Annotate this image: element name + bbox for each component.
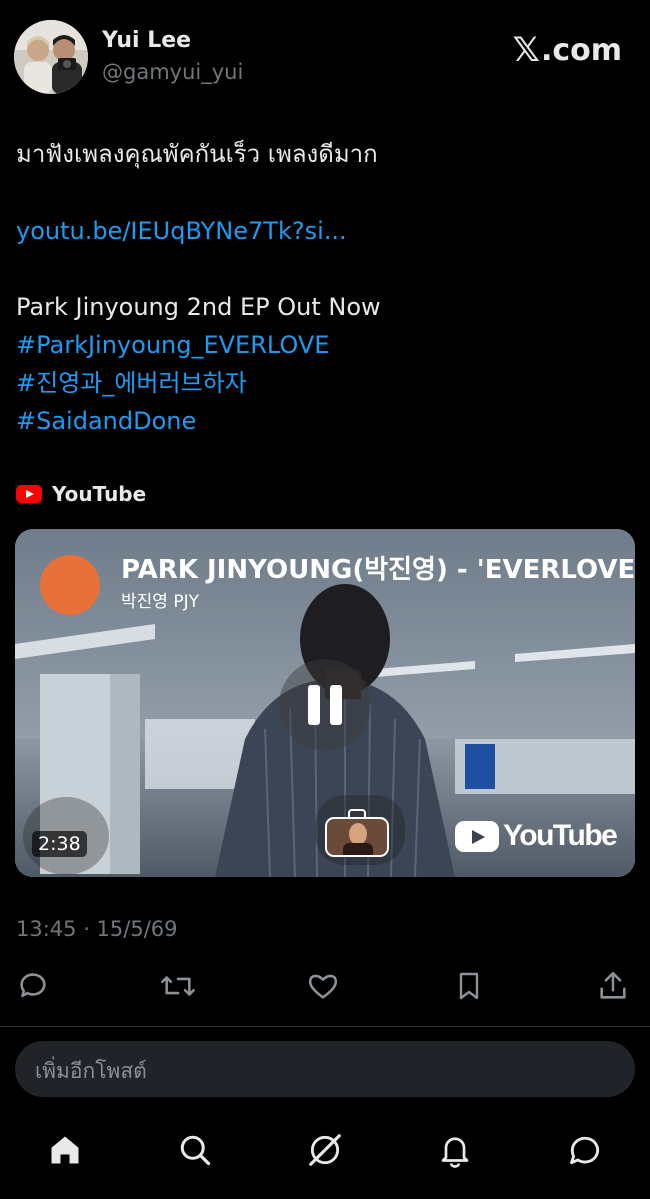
repost-icon (161, 976, 195, 996)
display-name[interactable]: Yui Lee (102, 28, 191, 53)
card-source-label: YouTube (52, 482, 147, 506)
user-handle[interactable]: @gamyui_yui (102, 60, 243, 84)
bookmark-button[interactable] (449, 966, 489, 1006)
youtube-wordmark: YouTube (503, 819, 618, 852)
divider (0, 1026, 650, 1027)
reply-button[interactable] (13, 966, 53, 1006)
tweet-text-line: มาฟังเพลงคุณพัคกันเร็ว เพลงดีมาก (16, 140, 378, 168)
reply-placeholder: เพิ่มอีกโพสต์ (35, 1059, 147, 1083)
x-logo-icon: 𝕏 (512, 30, 540, 70)
avatar-image (14, 20, 88, 94)
tweet-text-line: Park Jinyoung 2nd EP Out Now (16, 293, 381, 321)
video-duration: 2:38 (32, 831, 87, 857)
grok-icon (309, 1134, 341, 1166)
media-thumbnail-icon (325, 817, 389, 857)
bookmark-icon (459, 972, 479, 1000)
avatar[interactable] (14, 20, 88, 94)
like-button[interactable] (303, 966, 343, 1006)
share-icon (600, 971, 626, 999)
pause-button[interactable] (279, 659, 371, 751)
youtube-icon (16, 485, 42, 503)
reply-icon (20, 973, 46, 998)
pause-icon (330, 685, 342, 725)
home-icon (51, 1136, 79, 1164)
repost-button[interactable] (158, 966, 198, 1006)
hashtag-link[interactable]: #진영과_에버러브하자 (16, 364, 247, 402)
tweet-link[interactable]: youtu.be/IEUqBYNe7Tk?si... (16, 212, 347, 250)
reply-input[interactable]: เพิ่มอีกโพสต์ (15, 1041, 635, 1097)
action-bar (0, 966, 650, 1010)
channel-avatar[interactable] (40, 555, 100, 615)
card-source[interactable]: YouTube (16, 482, 146, 506)
nav-grok[interactable] (303, 1128, 347, 1172)
video-title[interactable]: PARK JINYOUNG(박진영) - 'EVERLOVE (121, 549, 635, 586)
youtube-play-icon (455, 820, 499, 852)
nav-home[interactable] (43, 1128, 87, 1172)
x-com-logo[interactable]: 𝕏 .com (513, 30, 622, 70)
video-channel-name[interactable]: 박진영 PJY (121, 587, 199, 612)
nav-notifications[interactable] (433, 1128, 477, 1172)
bottom-nav (0, 1118, 650, 1188)
hashtag-link[interactable]: #ParkJinyoung_EVERLOVE (16, 326, 329, 364)
hashtag-link[interactable]: #SaidandDone (16, 402, 196, 440)
notifications-icon (441, 1137, 469, 1168)
tweet-timestamp[interactable]: 13:45 · 15/5/69 (16, 917, 178, 941)
pause-icon (308, 685, 320, 725)
video-player[interactable]: PARK JINYOUNG(박진영) - 'EVERLOVE 박진영 PJY 2… (15, 529, 635, 877)
messages-icon (570, 1136, 600, 1165)
nav-messages[interactable] (563, 1128, 607, 1172)
nav-search[interactable] (173, 1128, 217, 1172)
x-logo-suffix: .com (540, 32, 622, 68)
heart-icon (308, 974, 338, 999)
tweet-header: Yui Lee @gamyui_yui 𝕏 .com (0, 0, 650, 110)
youtube-logo[interactable]: YouTube (455, 819, 618, 853)
search-icon (180, 1135, 211, 1166)
share-button[interactable] (593, 966, 633, 1006)
